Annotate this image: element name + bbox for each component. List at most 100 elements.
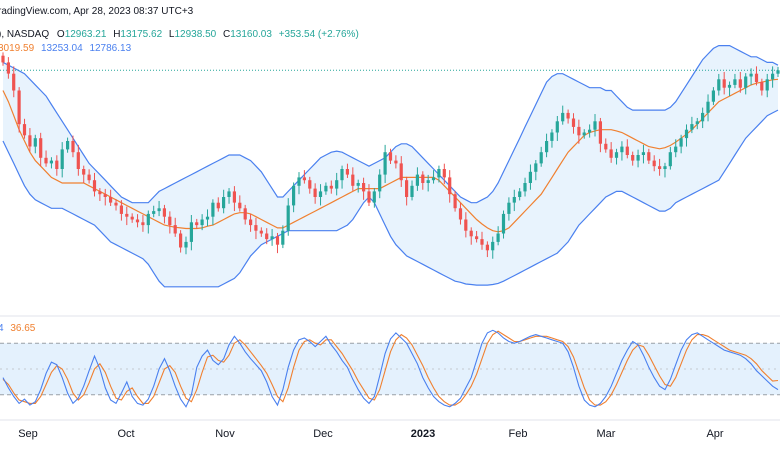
candle-body[interactable] <box>173 225 177 234</box>
candle-body[interactable] <box>475 236 479 240</box>
candle-body[interactable] <box>87 174 91 181</box>
candle-body[interactable] <box>679 138 683 147</box>
candle-body[interactable] <box>754 73 759 83</box>
candle-body[interactable] <box>684 129 689 139</box>
candle-body[interactable] <box>577 126 581 136</box>
candle-body[interactable] <box>297 177 301 186</box>
candle-body[interactable] <box>421 174 425 183</box>
candle-body[interactable] <box>383 152 387 175</box>
candle-body[interactable] <box>66 141 70 150</box>
candle-body[interactable] <box>647 152 651 161</box>
candle-body[interactable] <box>292 185 296 206</box>
candle-body[interactable] <box>55 160 59 169</box>
candle-body[interactable] <box>733 79 737 85</box>
candle-body[interactable] <box>281 230 285 245</box>
candle-body[interactable] <box>33 138 37 147</box>
candle-body[interactable] <box>189 222 193 242</box>
candle-body[interactable] <box>362 183 366 192</box>
candle-body[interactable] <box>82 169 86 175</box>
candle-body[interactable] <box>717 79 721 91</box>
candle-body[interactable] <box>415 174 419 186</box>
candle-body[interactable] <box>410 185 414 197</box>
candle-body[interactable] <box>663 166 667 169</box>
candle-body[interactable] <box>426 180 430 183</box>
candle-body[interactable] <box>308 180 312 189</box>
candle-body[interactable] <box>604 143 608 150</box>
candle-body[interactable] <box>760 82 764 91</box>
candle-body[interactable] <box>60 149 64 169</box>
candle-body[interactable] <box>501 213 506 234</box>
candle-body[interactable] <box>749 73 753 77</box>
candle-body[interactable] <box>205 216 210 220</box>
candle-body[interactable] <box>512 197 516 203</box>
candle-body[interactable] <box>744 76 748 88</box>
candle-body[interactable] <box>71 141 75 153</box>
candle-body[interactable] <box>464 219 468 231</box>
candle-body[interactable] <box>254 225 258 231</box>
candle-body[interactable] <box>340 169 344 181</box>
candle-body[interactable] <box>114 202 118 206</box>
candle-body[interactable] <box>168 216 172 226</box>
candle-body[interactable] <box>195 222 199 226</box>
candle-body[interactable] <box>480 239 484 245</box>
candle-body[interactable] <box>28 135 32 147</box>
candle-body[interactable] <box>598 121 602 144</box>
candle-body[interactable] <box>22 124 27 136</box>
candle-body[interactable] <box>130 216 134 220</box>
candle-body[interactable] <box>528 171 532 183</box>
candle-body[interactable] <box>135 219 140 223</box>
candle-body[interactable] <box>566 112 570 119</box>
candle-body[interactable] <box>6 62 10 74</box>
candle-body[interactable] <box>776 70 780 74</box>
candle-body[interactable] <box>674 146 678 153</box>
candle-body[interactable] <box>227 191 231 197</box>
candle-body[interactable] <box>448 177 452 195</box>
candle-body[interactable] <box>523 183 527 192</box>
candle-body[interactable] <box>701 112 705 122</box>
candle-body[interactable] <box>631 155 635 161</box>
candle-body[interactable] <box>345 169 349 175</box>
candle-body[interactable] <box>238 202 242 209</box>
candle-body[interactable] <box>179 233 183 248</box>
candle-body[interactable] <box>668 152 672 167</box>
candle-body[interactable] <box>103 194 107 197</box>
candle-body[interactable] <box>270 236 274 240</box>
candle-body[interactable] <box>329 185 333 189</box>
candle-body[interactable] <box>335 180 339 189</box>
candle-body[interactable] <box>324 185 328 192</box>
candle-body[interactable] <box>200 219 204 226</box>
candle-body[interactable] <box>442 169 446 178</box>
candle-body[interactable] <box>738 79 742 88</box>
candle-body[interactable] <box>469 230 473 237</box>
candle-body[interactable] <box>399 163 403 181</box>
candle-body[interactable] <box>49 160 53 164</box>
candle-body[interactable] <box>216 202 220 209</box>
candle-body[interactable] <box>496 233 500 242</box>
candle-body[interactable] <box>491 241 495 251</box>
candle-body[interactable] <box>561 112 565 122</box>
candle-body[interactable] <box>275 236 280 245</box>
candle-body[interactable] <box>39 138 43 158</box>
candle-body[interactable] <box>437 169 441 178</box>
candle-body[interactable] <box>765 79 769 91</box>
candle-body[interactable] <box>12 73 16 91</box>
candle-body[interactable] <box>98 191 102 195</box>
candle-body[interactable] <box>351 174 355 186</box>
candle-body[interactable] <box>125 213 129 217</box>
candle-body[interactable] <box>545 141 549 153</box>
candle-body[interactable] <box>614 152 619 158</box>
candle-body[interactable] <box>109 197 113 203</box>
candle-body[interactable] <box>539 152 543 164</box>
candle-body[interactable] <box>367 191 371 203</box>
candle-body[interactable] <box>152 211 156 214</box>
candle-body[interactable] <box>243 208 247 220</box>
candle-body[interactable] <box>625 146 629 155</box>
candle-body[interactable] <box>119 205 123 214</box>
candle-body[interactable] <box>431 177 436 181</box>
candle-body[interactable] <box>1 55 5 63</box>
candle-body[interactable] <box>507 202 511 214</box>
candle-body[interactable] <box>222 197 226 209</box>
candle-body[interactable] <box>658 166 662 169</box>
candle-body[interactable] <box>76 152 80 169</box>
candle-body[interactable] <box>711 90 715 102</box>
